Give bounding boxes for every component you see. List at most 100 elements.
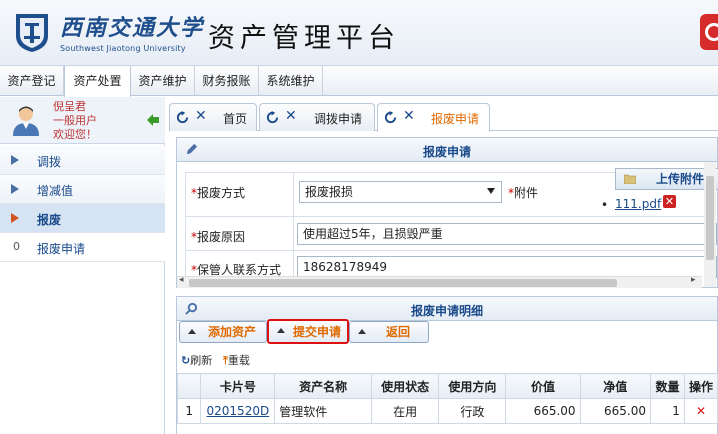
sidebar: 倪呈君 一般用户 欢迎您！ 调拨 增减值 报废 0 报废申请 [0, 97, 165, 434]
university-logo-icon [16, 14, 48, 52]
user-role: 一般用户 [53, 114, 97, 127]
scroll-left-icon[interactable]: ◂ [179, 275, 184, 285]
card-no-link[interactable]: 0201520D [207, 404, 270, 418]
refresh-tool[interactable]: ↻刷新 [181, 352, 212, 368]
contact-input[interactable]: 18628178949 [297, 256, 717, 278]
col-card-no: 卡片号 [200, 373, 276, 399]
delete-row-icon[interactable]: ✕ [696, 404, 706, 418]
scrollbar-thumb[interactable] [706, 176, 714, 260]
tab-bar: ✕ 首页 ✕ 调拨申请 ✕ 报废申请 [169, 101, 718, 132]
refresh-icon[interactable] [176, 111, 189, 124]
back-button[interactable]: 返回 [349, 321, 429, 343]
menu-asset-disposal[interactable]: 资产处置 [64, 66, 131, 97]
close-icon[interactable]: ✕ [285, 108, 297, 124]
detail-title: 报废申请明细 [410, 304, 483, 318]
refresh-icon: ↻ [181, 354, 191, 367]
sidebar-item-scrap[interactable]: 报废 [0, 204, 165, 233]
cell-index: 1 [176, 398, 202, 424]
tab-home[interactable]: ✕ 首页 [169, 103, 257, 131]
method-label: *报废方式 [191, 186, 246, 200]
arrow-right-icon [11, 184, 19, 194]
logout-button[interactable] [700, 14, 718, 50]
refresh-icon[interactable] [384, 111, 397, 124]
menu-system-maintenance[interactable]: 系统维护 [259, 66, 323, 96]
university-name-cn: 西南交通大学 [60, 15, 205, 41]
col-action: 操作 [683, 373, 718, 399]
reason-label: *报废原因 [191, 230, 246, 244]
arrow-right-icon [11, 213, 19, 223]
menu-finance-reimbursement[interactable]: 财务报账 [195, 66, 259, 96]
submit-application-button[interactable]: 提交申请 [267, 319, 349, 344]
sidebar-item-label: 调拨 [37, 155, 62, 169]
app-header: 西南交通大学 Southwest Jiaotong University 资产管… [0, 0, 718, 66]
form-horizontal-scrollbar[interactable]: ◂ ▸ [177, 275, 702, 288]
bullet: • [601, 198, 609, 212]
submit-label: 提交申请 [293, 325, 342, 339]
tab-transfer-apply[interactable]: ✕ 调拨申请 [259, 103, 375, 131]
sidebar-item-transfer[interactable]: 调拨 [0, 146, 165, 175]
university-name-en: Southwest Jiaotong University [60, 44, 186, 53]
scrap-form-panel: 报废申请 *报废方式 报废报损 *附件 上传附件 • 111.pdf ✕ *报废… [176, 137, 718, 288]
tab-scrap-apply[interactable]: ✕ 报废申请 [377, 103, 490, 132]
user-greeting: 欢迎您！ [53, 128, 97, 141]
divider [293, 172, 294, 284]
detail-panel-header: 报废申请明细 [177, 297, 717, 321]
user-avatar-icon [13, 106, 39, 136]
reload-label: 重载 [227, 354, 250, 367]
caret-up-icon [277, 328, 285, 333]
power-icon [705, 23, 718, 41]
folder-icon [624, 174, 636, 184]
cell-value: 665.00 [505, 398, 581, 424]
form-panel-header: 报废申请 [177, 138, 717, 162]
col-use-status: 使用状态 [371, 373, 440, 399]
divider [185, 250, 705, 251]
refresh-icon[interactable] [266, 111, 279, 124]
form-vertical-scrollbar[interactable] [704, 162, 716, 287]
top-menu: 资产登记 资产处置 资产维护 财务报账 系统维护 [0, 66, 718, 97]
chevron-down-icon [487, 188, 495, 194]
user-name: 倪呈君 [53, 100, 86, 113]
tab-label: 报废申请 [431, 112, 480, 126]
caret-up-icon [358, 329, 366, 334]
scrollbar-thumb[interactable] [189, 279, 617, 287]
col-quantity: 数量 [650, 373, 685, 399]
arrow-right-icon [11, 155, 19, 165]
delete-file-icon[interactable]: ✕ [663, 195, 676, 208]
reload-tool[interactable]: ⤒重载 [223, 352, 250, 368]
collapse-sidebar-icon[interactable] [146, 113, 160, 127]
upload-label: 上传附件 [656, 172, 705, 186]
cell-card-no: 0201520D [200, 398, 276, 424]
user-info: 倪呈君 一般用户 欢迎您！ [0, 97, 165, 144]
reason-input[interactable]: 使用超过5年，且损毁严重 [297, 223, 717, 245]
attachment-file-link[interactable]: 111.pdf [615, 197, 661, 211]
upload-attachment-button[interactable]: 上传附件 [615, 168, 718, 190]
sidebar-item-value-change[interactable]: 增减值 [0, 175, 165, 204]
back-label: 返回 [386, 325, 411, 339]
university-name: 西南交通大学 Southwest Jiaotong University [60, 10, 204, 53]
sidebar-item-scrap-apply[interactable]: 0 报废申请 [0, 233, 165, 262]
scroll-right-icon[interactable]: ▸ [691, 275, 696, 285]
menu-asset-maintenance[interactable]: 资产维护 [131, 66, 195, 96]
sidebar-item-label: 报废申请 [37, 242, 86, 256]
table-header-row: 卡片号 资产名称 使用状态 使用方向 价值 净值 数量 操作 [176, 373, 718, 399]
tab-label: 调拨申请 [314, 112, 363, 126]
cell-use-status: 在用 [371, 398, 440, 424]
close-icon[interactable]: ✕ [403, 108, 415, 124]
cell-quantity: 1 [650, 398, 685, 424]
table-row: 1 0201520D 管理软件 在用 行政 665.00 665.00 1 ✕ [176, 398, 718, 424]
tab-label: 首页 [223, 112, 248, 126]
method-select[interactable]: 报废报损 [299, 181, 502, 203]
app-title: 资产管理平台 [208, 23, 400, 54]
refresh-label: 刷新 [190, 354, 213, 367]
add-asset-button[interactable]: 添加资产 [179, 321, 267, 343]
sidebar-item-count: 0 [13, 240, 20, 253]
cell-use-direction: 行政 [438, 398, 507, 424]
cell-asset-name: 管理软件 [274, 398, 373, 424]
close-icon[interactable]: ✕ [195, 108, 207, 124]
cell-net-value: 665.00 [579, 398, 652, 424]
col-net-value: 净值 [579, 373, 652, 399]
attach-label: *附件 [508, 186, 539, 200]
menu-asset-register[interactable]: 资产登记 [0, 66, 64, 96]
user-lines: 倪呈君 一般用户 欢迎您！ [53, 100, 97, 142]
caret-up-icon [188, 329, 196, 334]
